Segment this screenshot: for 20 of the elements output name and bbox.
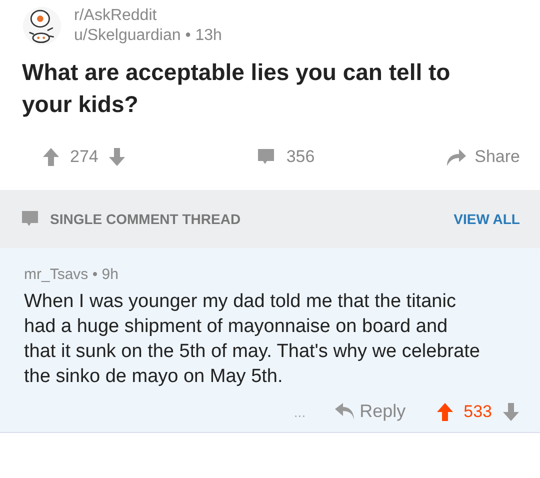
comment-score: 533 bbox=[464, 402, 492, 422]
post-title: What are acceptable lies you can tell to your kids? bbox=[22, 58, 452, 119]
downvote-icon[interactable] bbox=[108, 147, 126, 167]
reply-arrow-icon bbox=[334, 402, 356, 420]
post-author-line: u/Skelguardian • 13h bbox=[74, 26, 222, 46]
view-all-link[interactable]: VIEW ALL bbox=[454, 211, 520, 227]
subreddit-name[interactable]: r/AskReddit bbox=[74, 6, 222, 26]
upvote-icon[interactable] bbox=[436, 402, 454, 422]
subreddit-icon bbox=[22, 6, 62, 46]
comment-text: When I was younger my dad told me that the titanic had a huge shipment of mayonnaise on board and that it sunk on the 5th of may. That's why we celebrate the sinko de mayo on May 5th. bbox=[24, 290, 480, 389]
post-score: 274 bbox=[70, 147, 98, 167]
downvote-icon[interactable] bbox=[502, 402, 520, 422]
more-options[interactable]: ... bbox=[294, 404, 306, 420]
thread-label: SINGLE COMMENT THREAD bbox=[50, 211, 242, 227]
share-button[interactable]: Share bbox=[444, 147, 520, 167]
upvote-icon[interactable] bbox=[42, 147, 60, 167]
comment-count[interactable]: 356 bbox=[286, 147, 315, 167]
share-arrow-icon bbox=[444, 147, 467, 167]
reply-button[interactable]: Reply bbox=[334, 401, 406, 422]
comment-author-line: mr_Tsavs • 9h bbox=[24, 266, 120, 283]
